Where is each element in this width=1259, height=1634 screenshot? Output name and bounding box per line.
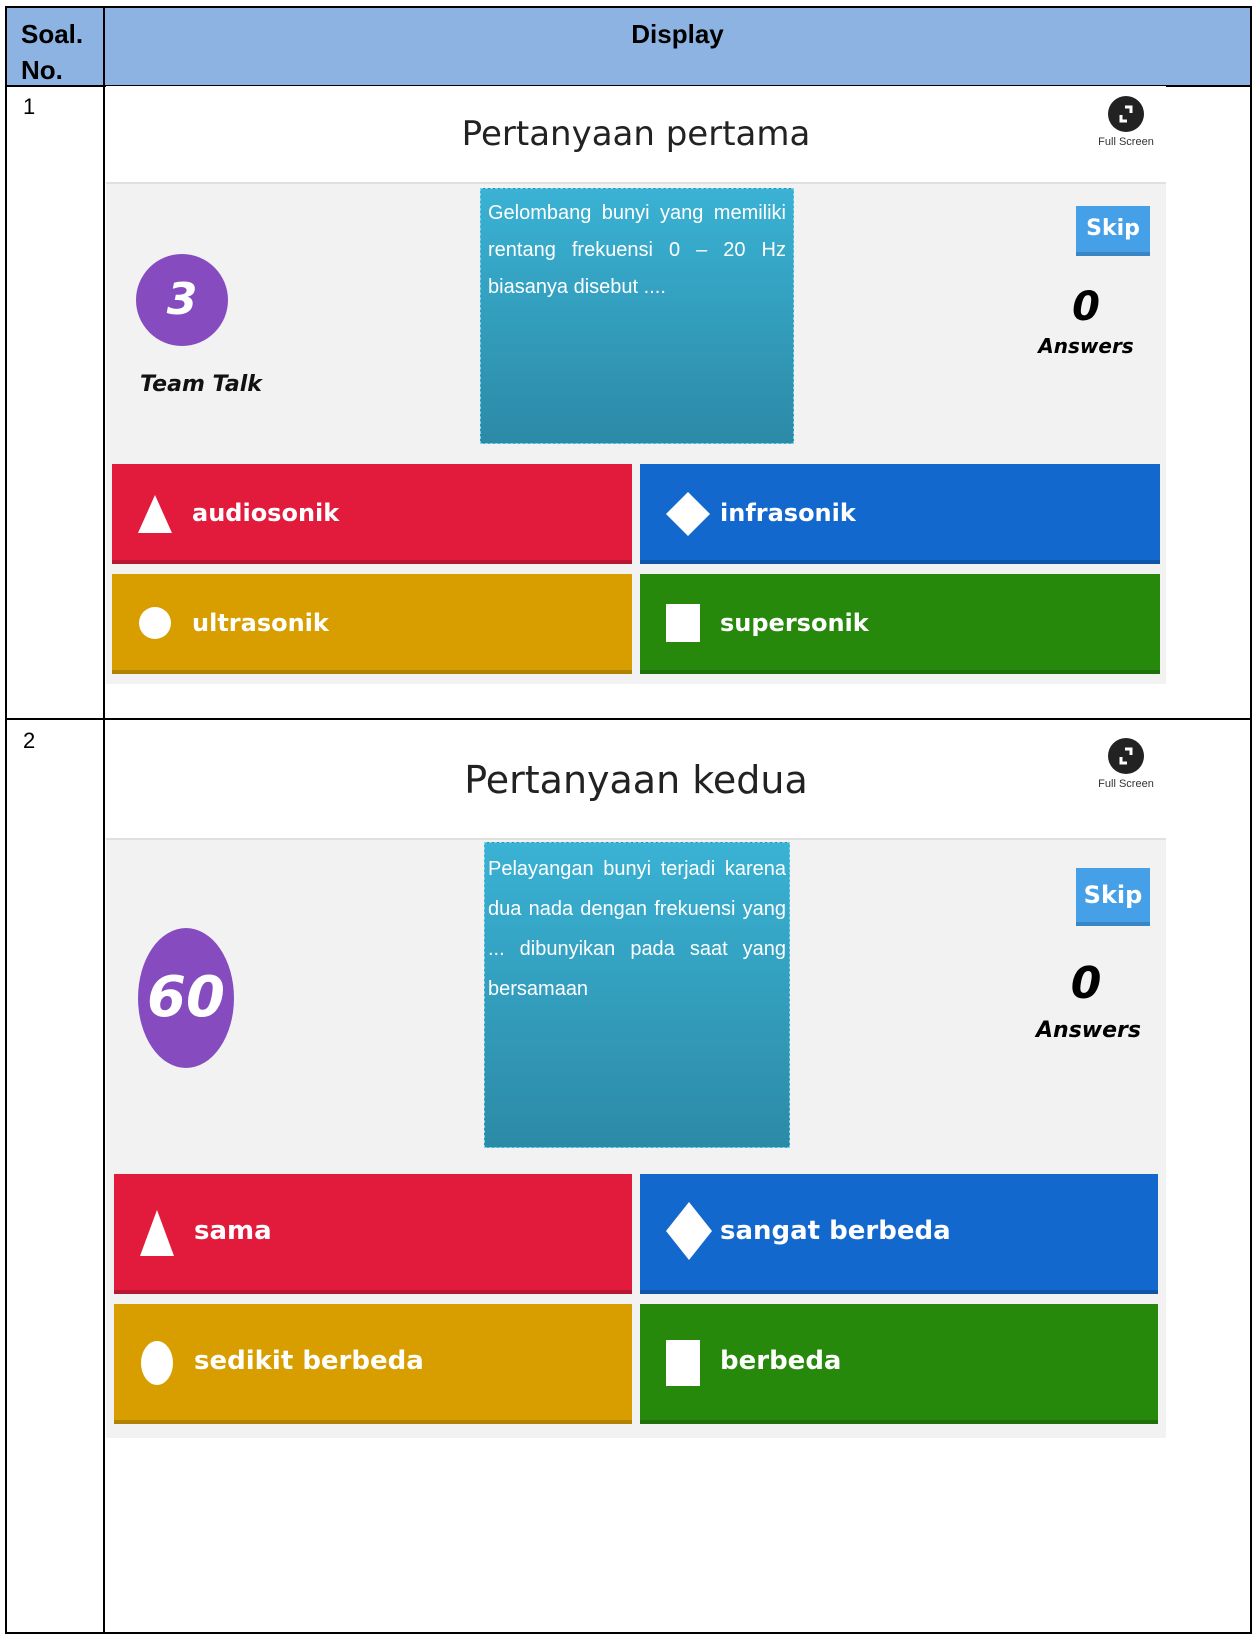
fullscreen-label: Full Screen bbox=[1098, 778, 1154, 790]
timer-badge: 3 bbox=[136, 254, 228, 346]
header-soal-no: Soal. No. bbox=[21, 19, 84, 85]
answers-count: 0 bbox=[1072, 284, 1100, 330]
triangle-icon bbox=[138, 495, 172, 537]
quiz-screen-2: Pertanyaan kedua Full Screen 60 Pelayang… bbox=[106, 728, 1166, 1498]
diamond-icon bbox=[666, 492, 710, 540]
triangle-icon bbox=[140, 1210, 174, 1260]
team-talk-label: Team Talk bbox=[140, 372, 262, 397]
row-divider bbox=[7, 718, 1250, 720]
row-number: 1 bbox=[23, 94, 36, 119]
choice-label: sedikit berbeda bbox=[194, 1346, 424, 1376]
fullscreen-label: Full Screen bbox=[1098, 136, 1154, 148]
timer-badge: 60 bbox=[138, 928, 234, 1068]
answer-choice[interactable]: sama bbox=[114, 1174, 632, 1294]
circle-icon bbox=[140, 1340, 174, 1390]
table-header-row: Soal. No. Display bbox=[7, 8, 1250, 87]
choice-label: supersonik bbox=[720, 609, 869, 637]
answer-choice[interactable]: sangat berbeda bbox=[640, 1174, 1158, 1294]
square-icon bbox=[666, 1340, 700, 1390]
question-text: Pelayangan bunyi terjadi karena dua nada… bbox=[484, 842, 790, 1148]
header-display: Display bbox=[631, 19, 724, 49]
answers-label: Answers bbox=[1038, 334, 1134, 358]
skip-button[interactable]: Skip bbox=[1076, 868, 1150, 926]
answer-choice[interactable]: ultrasonik bbox=[112, 574, 632, 674]
choice-label: sama bbox=[194, 1216, 272, 1246]
answers-label: Answers bbox=[1036, 1018, 1141, 1043]
circle-icon bbox=[138, 606, 172, 644]
answer-choice[interactable]: sedikit berbeda bbox=[114, 1304, 632, 1424]
skip-button[interactable]: Skip bbox=[1076, 206, 1150, 256]
question-title: Pertanyaan kedua bbox=[464, 758, 808, 802]
answer-choice[interactable]: supersonik bbox=[640, 574, 1160, 674]
choice-label: infrasonik bbox=[720, 499, 856, 527]
fullscreen-control[interactable]: Full Screen bbox=[1091, 96, 1161, 148]
column-divider bbox=[103, 8, 105, 1632]
fullscreen-control[interactable]: Full Screen bbox=[1091, 738, 1161, 790]
question-stage: 3 Team Talk Gelombang bunyi yang memilik… bbox=[106, 182, 1166, 684]
answer-choice[interactable]: infrasonik bbox=[640, 464, 1160, 564]
answer-choice[interactable]: berbeda bbox=[640, 1304, 1158, 1424]
square-icon bbox=[666, 604, 700, 646]
diamond-icon bbox=[666, 1202, 712, 1264]
fullscreen-icon[interactable] bbox=[1108, 738, 1144, 774]
question-text: Gelombang bunyi yang memiliki rentang fr… bbox=[480, 188, 794, 444]
choice-label: ultrasonik bbox=[192, 609, 329, 637]
quiz-screen-1: Pertanyaan pertama Full Screen 3 Team Ta… bbox=[106, 86, 1166, 686]
answers-count: 0 bbox=[1070, 958, 1102, 1009]
question-stage: 60 Pelayangan bunyi terjadi karena dua n… bbox=[106, 838, 1166, 1438]
answer-choice[interactable]: audiosonik bbox=[112, 464, 632, 564]
choice-label: audiosonik bbox=[192, 499, 340, 527]
question-title: Pertanyaan pertama bbox=[461, 114, 811, 154]
choice-label: sangat berbeda bbox=[720, 1216, 951, 1246]
row-number: 2 bbox=[23, 728, 36, 753]
fullscreen-icon[interactable] bbox=[1108, 96, 1144, 132]
choice-label: berbeda bbox=[720, 1346, 842, 1376]
